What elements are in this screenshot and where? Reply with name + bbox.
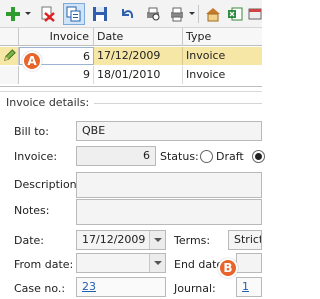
print-icon — [147, 7, 160, 21]
cell-type[interactable]: Invoice — [183, 66, 262, 84]
toolbar-separator — [198, 5, 199, 23]
invoice-label: Invoice: — [14, 150, 58, 163]
undo-button[interactable] — [116, 3, 138, 25]
grid-header-indicator — [0, 28, 19, 46]
from-date-field[interactable] — [76, 253, 166, 273]
date-dropdown-button[interactable] — [149, 231, 165, 249]
cell-date[interactable]: 18/01/2010 — [94, 66, 183, 84]
print-preview-button[interactable] — [142, 3, 164, 25]
table-row[interactable]: 9 18/01/2010 Invoice — [0, 66, 262, 84]
tools-icon — [248, 8, 262, 20]
invoice-number-field[interactable]: 6 — [76, 146, 156, 166]
date-field[interactable]: 17/12/2009 — [76, 230, 166, 250]
toolbar — [0, 0, 262, 28]
status-label: Status: — [160, 150, 199, 163]
edit-pencil-icon — [4, 49, 16, 61]
case-no-link[interactable]: 23 — [82, 280, 96, 293]
new-icon — [6, 7, 20, 21]
new-button[interactable] — [2, 3, 24, 25]
column-header-date[interactable]: Date — [94, 28, 183, 46]
cell-type[interactable]: Invoice — [183, 47, 262, 65]
export-icon — [206, 8, 220, 22]
description-label: Description: — [14, 178, 81, 191]
print-options-icon — [171, 7, 183, 22]
divider — [94, 103, 262, 104]
column-header-invoice[interactable]: Invoice — [19, 28, 94, 46]
save-button[interactable] — [89, 3, 111, 25]
journal-link[interactable]: 1 — [242, 280, 249, 293]
undo-icon — [122, 9, 134, 19]
status-draft-label: Draft — [216, 150, 244, 163]
journal-field[interactable]: 1 — [236, 277, 262, 297]
copy-icon — [66, 6, 81, 22]
save-icon — [93, 7, 107, 21]
invoice-details-title: Invoice details: — [6, 96, 90, 109]
journal-label: Journal: — [174, 282, 216, 295]
terms-field[interactable]: Strict — [228, 230, 262, 250]
export-button[interactable] — [202, 3, 224, 25]
status-draft-radio[interactable] — [200, 150, 213, 163]
terms-label: Terms: — [174, 234, 211, 247]
date-value: 17/12/2009 — [82, 233, 146, 246]
print-button[interactable] — [166, 3, 188, 25]
status-final-radio[interactable] — [252, 150, 265, 163]
callout-a-badge: A — [22, 51, 42, 71]
delete-icon — [41, 6, 55, 22]
grid-header: Invoice Date Type — [0, 28, 262, 46]
excel-icon — [228, 7, 243, 21]
print-dropdown-arrow[interactable] — [189, 12, 195, 15]
copy-button[interactable] — [63, 3, 85, 25]
tools-button[interactable] — [244, 3, 266, 25]
callout-b-badge: B — [218, 258, 238, 278]
cell-date[interactable]: 17/12/2009 — [94, 47, 183, 65]
row-indicator — [0, 66, 19, 84]
excel-button[interactable] — [224, 3, 246, 25]
bill-to-field[interactable]: QBE — [76, 121, 262, 141]
case-no-label: Case no.: — [14, 282, 66, 295]
date-label: Date: — [14, 234, 44, 247]
delete-button[interactable] — [36, 3, 58, 25]
new-dropdown-arrow[interactable] — [25, 12, 31, 15]
row-indicator — [0, 47, 19, 65]
from-date-label: From date: — [14, 258, 74, 271]
from-date-dropdown-button[interactable] — [149, 254, 165, 272]
column-header-type[interactable]: Type — [183, 28, 262, 46]
bill-to-label: Bill to: — [14, 125, 49, 138]
splitter[interactable] — [0, 91, 262, 92]
case-no-field[interactable]: 23 — [76, 277, 166, 297]
notes-field[interactable] — [76, 199, 262, 225]
notes-label: Notes: — [14, 204, 50, 217]
end-date-field[interactable] — [236, 253, 262, 273]
description-field[interactable] — [76, 172, 262, 198]
